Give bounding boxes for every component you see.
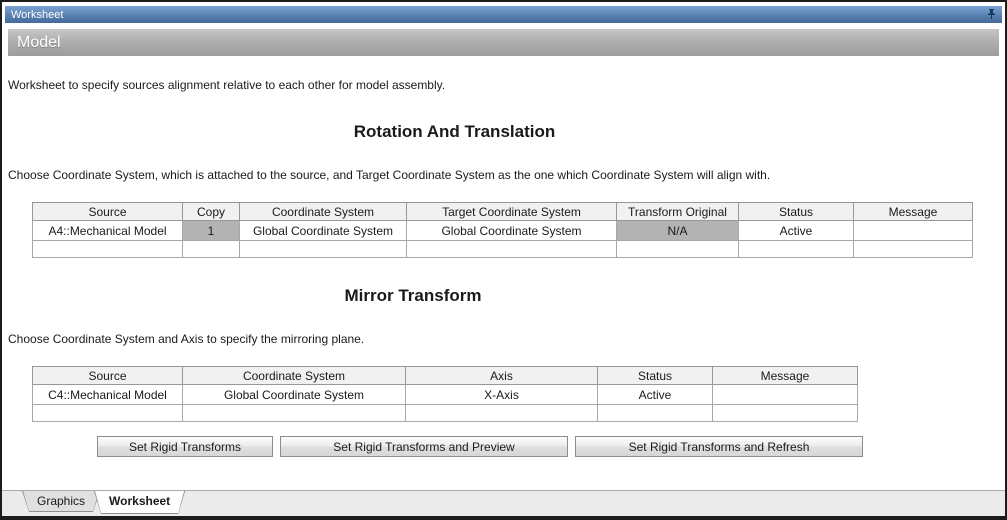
mirror-table-header-row: Source Coordinate System Axis Status Mes… (33, 367, 858, 385)
column-header-coordinate-system: Coordinate System (183, 367, 406, 385)
empty-cell (406, 405, 598, 422)
titlebar-title: Worksheet (11, 9, 63, 21)
tab-graphics-shape: Graphics (22, 491, 100, 512)
tab-worksheet-shape: Worksheet (94, 491, 185, 514)
rotation-table: Source Copy Coordinate System Target Coo… (32, 202, 973, 258)
coordinate-system-cell[interactable]: Global Coordinate System (240, 221, 407, 241)
titlebar: Worksheet (5, 6, 1002, 23)
mirror-section-title: Mirror Transform (345, 286, 482, 305)
tab-worksheet[interactable]: Worksheet (95, 491, 184, 513)
mirror-section-heading-row: Mirror Transform (2, 286, 824, 306)
column-header-transform-original: Transform Original (617, 203, 739, 221)
column-header-message: Message (713, 367, 858, 385)
column-header-source: Source (33, 203, 183, 221)
message-cell (854, 221, 973, 241)
mirror-description: Choose Coordinate System and Axis to spe… (8, 332, 1005, 346)
empty-cell (240, 241, 407, 258)
message-cell (713, 385, 858, 405)
column-header-axis: Axis (406, 367, 598, 385)
rotation-table-header-row: Source Copy Coordinate System Target Coo… (33, 203, 973, 221)
table-row-empty (33, 405, 858, 422)
set-rigid-transforms-button[interactable]: Set Rigid Transforms (97, 436, 273, 457)
rotation-section-title: Rotation And Translation (354, 122, 555, 141)
empty-cell (598, 405, 713, 422)
status-cell[interactable]: Active (739, 221, 854, 241)
empty-cell (33, 405, 183, 422)
source-cell: A4::Mechanical Model (33, 221, 183, 241)
copy-cell: 1 (183, 221, 240, 241)
column-header-message: Message (854, 203, 973, 221)
source-cell: C4::Mechanical Model (33, 385, 183, 405)
worksheet-window: Worksheet Model Worksheet to specify sou… (0, 0, 1007, 520)
bottom-tab-strip: Graphics Worksheet (2, 490, 1005, 516)
empty-cell (739, 241, 854, 258)
coordinate-system-cell[interactable]: Global Coordinate System (183, 385, 406, 405)
tab-graphics[interactable]: Graphics (23, 491, 99, 511)
set-rigid-transforms-and-preview-button[interactable]: Set Rigid Transforms and Preview (280, 436, 568, 457)
column-header-copy: Copy (183, 203, 240, 221)
table-row: A4::Mechanical Model 1 Global Coordinate… (33, 221, 973, 241)
table-row: C4::Mechanical Model Global Coordinate S… (33, 385, 858, 405)
empty-cell (617, 241, 739, 258)
empty-cell (407, 241, 617, 258)
axis-cell[interactable]: X-Axis (406, 385, 598, 405)
rotation-section-heading-row: Rotation And Translation (2, 122, 907, 142)
column-header-status: Status (598, 367, 713, 385)
pin-icon[interactable] (987, 9, 996, 20)
column-header-source: Source (33, 367, 183, 385)
empty-cell (33, 241, 183, 258)
status-cell[interactable]: Active (598, 385, 713, 405)
empty-cell (854, 241, 973, 258)
transform-original-cell: N/A (617, 221, 739, 241)
set-rigid-transforms-and-refresh-button[interactable]: Set Rigid Transforms and Refresh (575, 436, 863, 457)
rotation-description: Choose Coordinate System, which is attac… (8, 168, 1005, 182)
table-row-empty (33, 241, 973, 258)
column-header-coordinate-system: Coordinate System (240, 203, 407, 221)
column-header-status: Status (739, 203, 854, 221)
empty-cell (183, 241, 240, 258)
action-button-row: Set Rigid Transforms Set Rigid Transform… (97, 436, 1005, 457)
page-title: Model (17, 34, 61, 52)
empty-cell (183, 405, 406, 422)
intro-text: Worksheet to specify sources alignment r… (8, 78, 1005, 92)
column-header-target-coordinate-system: Target Coordinate System (407, 203, 617, 221)
empty-cell (713, 405, 858, 422)
mirror-table: Source Coordinate System Axis Status Mes… (32, 366, 858, 422)
target-coordinate-system-cell[interactable]: Global Coordinate System (407, 221, 617, 241)
page-title-bar: Model (8, 29, 999, 56)
